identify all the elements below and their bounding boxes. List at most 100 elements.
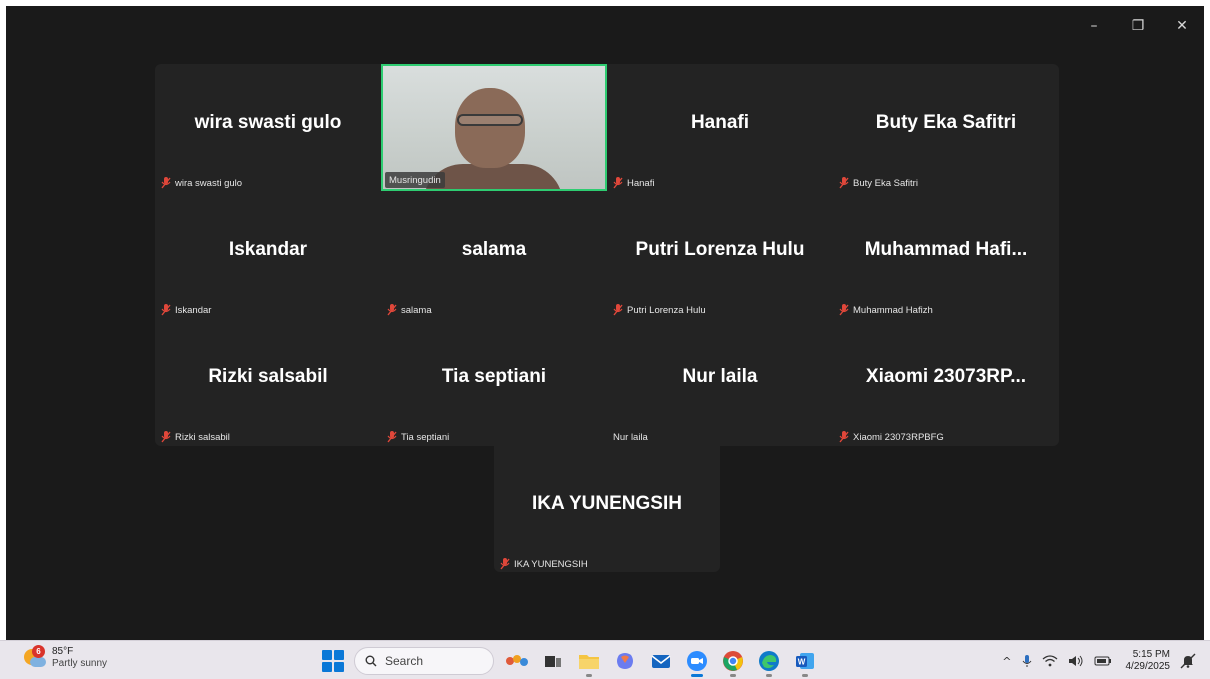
microphone-icon[interactable] (1022, 654, 1032, 668)
taskbar-apps: Search W (322, 646, 818, 677)
mail-icon[interactable] (648, 648, 674, 674)
participant-name-tag: Iskandar (161, 302, 211, 318)
widgets-app-icon[interactable] (504, 648, 530, 674)
participant-name-tag: Buty Eka Safitri (839, 175, 918, 191)
mic-muted-icon (387, 431, 397, 443)
participant-display-name: IKA YUNENGSIH (532, 493, 682, 514)
participant-label: Iskandar (175, 304, 212, 316)
gallery-view: wira swasti gulo wira swasti gulo Musrin… (155, 64, 1059, 572)
participant-tile[interactable]: Xiaomi 23073RP... Xiaomi 23073RPBFG (833, 318, 1059, 445)
search-placeholder: Search (385, 654, 424, 668)
weather-description: Partly sunny (52, 658, 108, 669)
battery-icon[interactable] (1094, 655, 1112, 667)
participant-display-name: Iskandar (228, 239, 308, 260)
participant-tile[interactable]: wira swasti gulo wira swasti gulo (155, 64, 381, 191)
restore-button[interactable]: ❐ (1116, 6, 1160, 46)
participant-tile[interactable]: Iskandar Iskandar (155, 191, 381, 318)
participant-label: Xiaomi 23073RPBFG (853, 431, 944, 443)
participant-display-name: Xiaomi 23073RP... (865, 366, 1027, 387)
mic-muted-icon (613, 177, 623, 189)
participant-label: Rizki salsabil (175, 431, 230, 443)
participant-label: Muhammad Hafizh (853, 304, 933, 316)
participant-label: Nur laila (613, 431, 648, 443)
participant-display-name: Tia septiani (441, 366, 547, 387)
partly-sunny-icon: 6 (22, 645, 46, 669)
participant-name-tag: Nur laila (613, 429, 648, 445)
zoom-meeting-window: – ❐ ✕ wira swasti gulo wira swasti gulo … (6, 6, 1204, 640)
clock-date: 4/29/2025 (1125, 661, 1171, 672)
participant-label: IKA YUNENGSIH (514, 558, 588, 570)
participant-video-tile[interactable]: Musringudin (381, 64, 607, 191)
mic-muted-icon (839, 177, 849, 189)
weather-temperature: 85°F (52, 646, 74, 657)
participant-name-tag: salama (387, 302, 432, 318)
participant-label: Buty Eka Safitri (853, 177, 918, 189)
participant-name-tag: Tia septiani (387, 429, 449, 445)
participant-label: Putri Lorenza Hulu (627, 304, 706, 316)
notification-badge: 6 (32, 645, 45, 658)
participant-tile[interactable]: Muhammad Hafi... Muhammad Hafizh (833, 191, 1059, 318)
volume-icon[interactable] (1068, 655, 1084, 667)
notification-bell-icon[interactable] (1180, 653, 1196, 669)
participant-tile[interactable]: salama salama (381, 191, 607, 318)
participant-display-name: Muhammad Hafi... (864, 239, 1028, 260)
participant-tile[interactable]: Nur laila Nur laila (607, 318, 833, 445)
participant-video-face (455, 88, 525, 168)
file-explorer-icon[interactable] (576, 648, 602, 677)
mic-muted-icon (500, 558, 510, 570)
participant-display-name: salama (461, 239, 527, 260)
participant-tile[interactable]: Putri Lorenza Hulu Putri Lorenza Hulu (607, 191, 833, 318)
participant-name-tag: Muhammad Hafizh (839, 302, 933, 318)
participant-label: Tia septiani (401, 431, 450, 443)
svg-text:W: W (798, 658, 806, 667)
clock-time: 5:15 PM (1132, 649, 1170, 660)
edge-icon[interactable] (756, 648, 782, 677)
participant-tile[interactable]: Buty Eka Safitri Buty Eka Safitri (833, 64, 1059, 191)
participant-display-name: wira swasti gulo (194, 112, 342, 133)
weather-widget[interactable]: 6 85°F Partly sunny (22, 645, 108, 670)
participant-display-name: Nur laila (682, 366, 758, 387)
participant-tile[interactable]: IKA YUNENGSIH IKA YUNENGSIH (494, 445, 720, 572)
window-controls: – ❐ ✕ (1072, 6, 1204, 46)
participant-video-glasses (457, 114, 523, 126)
participant-display-name: Buty Eka Safitri (875, 112, 1017, 133)
windows-start-icon[interactable] (322, 650, 344, 672)
system-clock[interactable]: 5:15 PM 4/29/2025 (1126, 649, 1171, 673)
participant-name-tag: Rizki salsabil (161, 429, 230, 445)
taskbar-search[interactable]: Search (354, 647, 494, 675)
word-icon[interactable]: W (792, 648, 818, 677)
minimize-button[interactable]: – (1072, 6, 1116, 46)
participant-name-tag: Putri Lorenza Hulu (613, 302, 706, 318)
participant-name-tag: IKA YUNENGSIH (500, 556, 588, 572)
task-view-icon[interactable] (540, 648, 566, 674)
chrome-icon[interactable] (720, 648, 746, 677)
copilot-icon[interactable] (612, 648, 638, 674)
participant-name-tag: wira swasti gulo (161, 175, 242, 191)
mic-muted-icon (161, 304, 171, 316)
zoom-icon[interactable] (684, 648, 710, 677)
participant-label: salama (401, 304, 432, 316)
participant-tile[interactable]: Tia septiani Tia septiani (381, 318, 607, 445)
mic-muted-icon (161, 431, 171, 443)
participant-name-tag: Musringudin (385, 172, 445, 188)
participant-display-name: Rizki salsabil (208, 366, 328, 387)
mic-muted-icon (161, 177, 171, 189)
participant-tile[interactable]: Hanafi Hanafi (607, 64, 833, 191)
participant-name-tag: Xiaomi 23073RPBFG (839, 429, 944, 445)
participant-display-name: Putri Lorenza Hulu (635, 239, 805, 260)
close-button[interactable]: ✕ (1160, 6, 1204, 46)
participant-name-tag: Hanafi (613, 175, 654, 191)
system-tray: ^ 5:15 PM 4/29/2025 (1002, 646, 1196, 676)
mic-muted-icon (839, 304, 849, 316)
participant-tile[interactable]: Rizki salsabil Rizki salsabil (155, 318, 381, 445)
participant-label: wira swasti gulo (175, 177, 243, 189)
search-icon (365, 655, 377, 667)
participant-display-name: Hanafi (690, 112, 750, 133)
wifi-icon[interactable] (1042, 655, 1058, 667)
mic-muted-icon (387, 304, 397, 316)
participant-label: Hanafi (627, 177, 655, 189)
participant-label: Musringudin (389, 174, 441, 186)
show-hidden-icons-chevron[interactable]: ^ (1002, 655, 1011, 668)
windows-taskbar: 6 85°F Partly sunny Search W ^ 5:15 PM 4… (0, 640, 1210, 679)
mic-muted-icon (839, 431, 849, 443)
